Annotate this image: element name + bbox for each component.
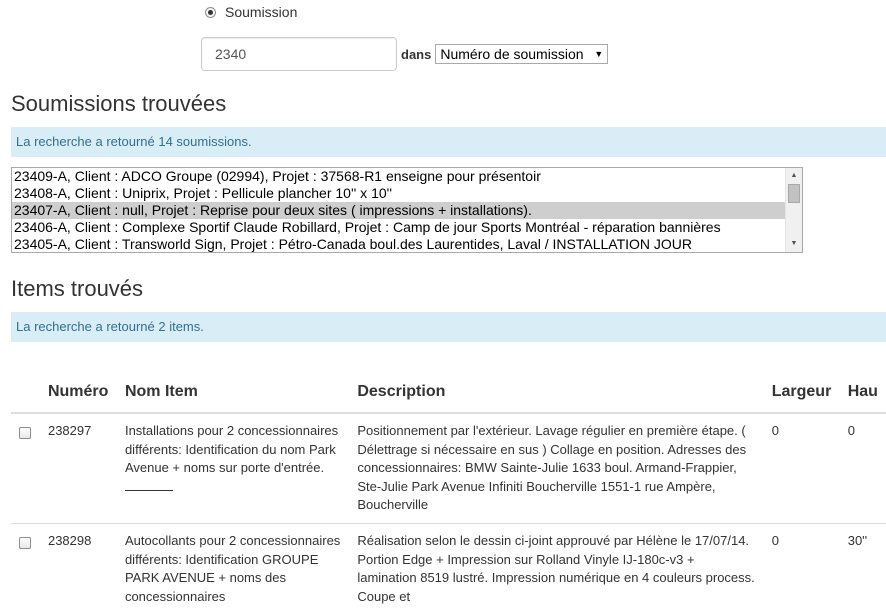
search-field-select-value: Numéro de soumission	[440, 46, 584, 62]
item-hauteur: 30''	[839, 522, 886, 614]
search-input[interactable]	[201, 37, 397, 71]
soumission-option[interactable]: 23409-A, Client : ADCO Groupe (02994), P…	[12, 168, 785, 185]
scroll-up-icon[interactable]: ▲	[786, 169, 802, 183]
table-row: 238297 Installations pour 2 concessionna…	[11, 412, 886, 524]
scroll-down-icon[interactable]: ▼	[786, 237, 802, 251]
dans-label: dans	[401, 46, 432, 62]
table-row: 238298 Autocollants pour 2 concessionnai…	[11, 522, 886, 614]
soumission-radio[interactable]	[205, 6, 216, 18]
item-description: Réalisation selon le dessin ci-joint app…	[349, 522, 764, 614]
item-numero: 238297	[39, 412, 117, 524]
items-table-header: Numéro Nom Item Description Largeur Hau	[11, 372, 886, 414]
column-header-largeur[interactable]: Largeur	[763, 372, 840, 414]
soumissions-listbox[interactable]: 23409-A, Client : ADCO Groupe (02994), P…	[11, 167, 803, 253]
soumission-option[interactable]: 23405-A, Client : Transworld Sign, Proje…	[12, 236, 785, 252]
soumissions-options: 23409-A, Client : ADCO Groupe (02994), P…	[12, 168, 785, 252]
item-largeur: 0	[763, 522, 840, 614]
select-column-header	[11, 372, 40, 414]
item-largeur: 0	[763, 412, 840, 524]
chevron-down-icon: ▼	[594, 49, 604, 59]
item-hauteur: 0	[839, 412, 886, 524]
item-nom-cell: Installations pour 2 concessionnaires di…	[116, 412, 350, 524]
column-header-description[interactable]: Description	[349, 372, 764, 414]
item-nom: Autocollants pour 2 concessionnaires dif…	[116, 522, 350, 614]
soumissions-heading: Soumissions trouvées	[11, 91, 227, 116]
item-description: Positionnement par l'extérieur. Lavage r…	[349, 412, 764, 524]
soumission-radio-label: Soumission	[225, 4, 298, 20]
soumission-option[interactable]: 23408-A, Client : Uniprix, Projet : Pell…	[12, 185, 785, 202]
items-table: Numéro Nom Item Description Largeur Hau …	[11, 372, 886, 614]
soumission-radio-row[interactable]: Soumission	[205, 4, 297, 20]
soumissions-result-alert: La recherche a retourné 14 soumissions.	[11, 127, 886, 157]
item-numero: 238298	[39, 522, 117, 614]
search-field-select[interactable]: Numéro de soumission ▼	[435, 44, 609, 64]
items-heading: Items trouvés	[11, 276, 144, 301]
item-nom: Installations pour 2 concessionnaires di…	[124, 423, 339, 476]
soumission-option[interactable]: 23406-A, Client : Complexe Sportif Claud…	[12, 219, 785, 236]
column-header-nom-item[interactable]: Nom Item	[116, 372, 350, 414]
column-header-hauteur[interactable]: Hau	[839, 372, 886, 414]
scroll-thumb[interactable]	[788, 184, 800, 203]
item-nom-underline	[124, 478, 173, 491]
items-result-alert: La recherche a retourné 2 items.	[11, 312, 886, 342]
column-header-numero[interactable]: Numéro	[39, 372, 117, 414]
row-checkbox[interactable]	[19, 536, 31, 549]
soumission-option[interactable]: 23407-A, Client : null, Projet : Reprise…	[12, 202, 785, 219]
search-row: dans Numéro de soumission ▼	[201, 37, 609, 71]
listbox-scrollbar[interactable]: ▲ ▼	[785, 168, 802, 252]
row-checkbox[interactable]	[19, 427, 31, 439]
